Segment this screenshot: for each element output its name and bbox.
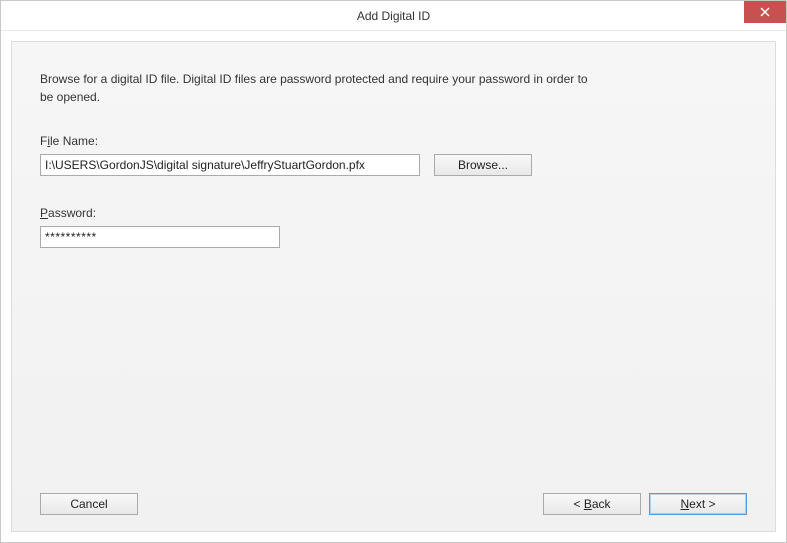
file-name-label: File Name:: [40, 134, 747, 148]
file-name-input[interactable]: [40, 154, 420, 176]
back-button[interactable]: < Back: [543, 493, 641, 515]
main-panel: Browse for a digital ID file. Digital ID…: [11, 41, 776, 532]
close-icon: [760, 7, 770, 17]
password-label: Password:: [40, 206, 747, 220]
next-button[interactable]: Next >: [649, 493, 747, 515]
instructions-text: Browse for a digital ID file. Digital ID…: [40, 70, 600, 106]
window-title: Add Digital ID: [357, 9, 430, 23]
content-outer: Browse for a digital ID file. Digital ID…: [1, 31, 786, 542]
footer: Cancel < Back Next >: [40, 483, 747, 515]
password-row: [40, 226, 747, 248]
password-input[interactable]: [40, 226, 280, 248]
dialog-window: Add Digital ID Browse for a digital ID f…: [0, 0, 787, 543]
cancel-button[interactable]: Cancel: [40, 493, 138, 515]
titlebar: Add Digital ID: [1, 1, 786, 31]
file-row: Browse...: [40, 154, 747, 176]
browse-button[interactable]: Browse...: [434, 154, 532, 176]
close-button[interactable]: [744, 1, 786, 23]
